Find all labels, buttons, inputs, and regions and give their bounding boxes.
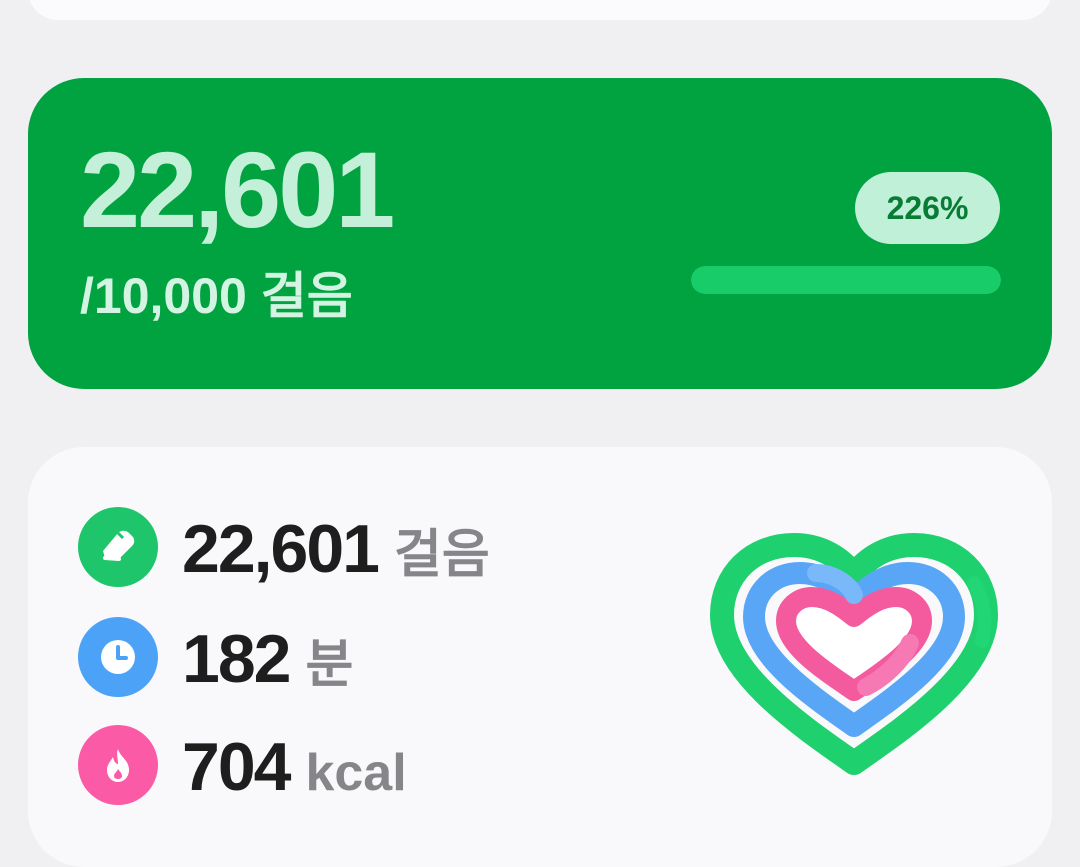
clock-icon bbox=[78, 617, 158, 697]
stat-calories: 704 kcal bbox=[182, 733, 407, 801]
steps-goal-card[interactable]: 22,601 /10,000 걸음 226% bbox=[28, 78, 1052, 389]
stat-steps-unit: 걸음 bbox=[393, 526, 490, 584]
steps-count: 22,601 bbox=[80, 129, 395, 250]
stat-minutes: 182 분 bbox=[182, 625, 353, 693]
activity-heart-rings[interactable] bbox=[704, 523, 1004, 793]
goal-percent-badge: 226% bbox=[855, 172, 1000, 244]
previous-card bbox=[28, 0, 1052, 20]
stat-steps-value: 22,601 bbox=[182, 511, 380, 587]
stat-steps: 22,601 걸음 bbox=[182, 515, 490, 583]
flame-icon bbox=[78, 725, 158, 805]
stat-calories-value: 704 bbox=[182, 729, 291, 805]
steps-progress-bar bbox=[691, 266, 1001, 294]
activity-summary-card[interactable]: 22,601 걸음 182 분 704 kcal bbox=[28, 447, 1052, 867]
steps-goal-label: /10,000 걸음 bbox=[80, 268, 353, 324]
shoe-icon bbox=[78, 507, 158, 587]
stat-calories-unit: kcal bbox=[305, 744, 407, 802]
steps-progress-fill bbox=[691, 266, 1001, 294]
stat-minutes-value: 182 bbox=[182, 621, 291, 697]
stat-minutes-unit: 분 bbox=[305, 636, 354, 694]
